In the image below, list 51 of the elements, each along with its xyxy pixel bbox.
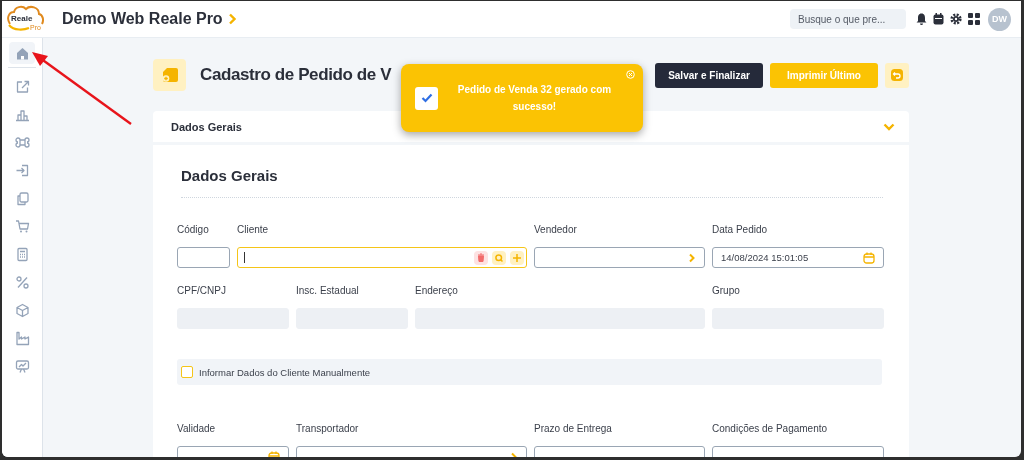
field-label: Código xyxy=(177,224,210,237)
checkbox[interactable] xyxy=(181,366,193,378)
field-label: Transportador xyxy=(296,423,360,436)
close-icon[interactable] xyxy=(626,70,635,79)
field-label: Data Pedido xyxy=(712,224,769,237)
section-title: Dados Gerais xyxy=(171,120,242,133)
home-icon xyxy=(14,45,30,61)
field-label: Validade xyxy=(177,423,217,436)
undo-icon xyxy=(891,69,903,81)
bell-icon[interactable] xyxy=(916,13,927,25)
date-field[interactable]: 14/08/2024 15:01:05 xyxy=(712,247,884,268)
calendar-icon[interactable] xyxy=(933,13,944,25)
calculator-icon xyxy=(14,246,30,262)
cube-icon xyxy=(14,302,30,318)
factory-icon xyxy=(14,330,30,346)
presentation-icon xyxy=(14,358,30,374)
percent-icon xyxy=(14,274,30,290)
field-label: Prazo de Entrega xyxy=(534,423,613,436)
field-label: Insc. Estadual xyxy=(296,285,360,298)
search-icon[interactable] xyxy=(492,250,506,265)
tag-add-icon xyxy=(160,67,179,83)
checkbox-label: Informar Dados do Cliente Manualmente xyxy=(199,366,371,378)
chevron-icon xyxy=(688,252,696,263)
apps-icon[interactable] xyxy=(968,13,980,25)
chevron-icon xyxy=(227,13,236,25)
undo-button[interactable] xyxy=(885,62,909,88)
login-icon xyxy=(14,162,30,178)
cart-icon xyxy=(14,218,30,234)
check-icon xyxy=(420,93,433,103)
copy-icon xyxy=(14,190,30,206)
trash-icon[interactable] xyxy=(474,250,488,265)
input-field[interactable] xyxy=(177,247,230,268)
add-icon[interactable] xyxy=(510,250,524,265)
section-heading: Dados Gerais xyxy=(181,167,279,184)
select-field[interactable] xyxy=(534,247,705,268)
save-button[interactable]: Salvar e Finalizar xyxy=(655,62,763,88)
sidebar-item[interactable] xyxy=(9,42,35,64)
toast-message: Pedido de Venda 32 gerado com sucesso! xyxy=(456,83,613,114)
field-label: Condições de Pagamento xyxy=(712,423,829,436)
field-label: Vendedor xyxy=(534,224,578,237)
field-label: Grupo xyxy=(712,285,741,298)
field-label: CPF/CNPJ xyxy=(177,285,227,298)
field-label: Cliente xyxy=(237,224,270,237)
command-icon xyxy=(14,134,30,150)
search-field[interactable]: Busque o que pre... xyxy=(790,9,906,29)
page-title: Cadastro de Pedido de V xyxy=(200,65,392,85)
settings-icon[interactable] xyxy=(950,13,962,25)
export-icon xyxy=(14,78,30,94)
app-title: Demo Web Reale Pro xyxy=(62,10,223,28)
input-field[interactable] xyxy=(237,247,527,268)
field-label: Endereço xyxy=(415,285,459,298)
